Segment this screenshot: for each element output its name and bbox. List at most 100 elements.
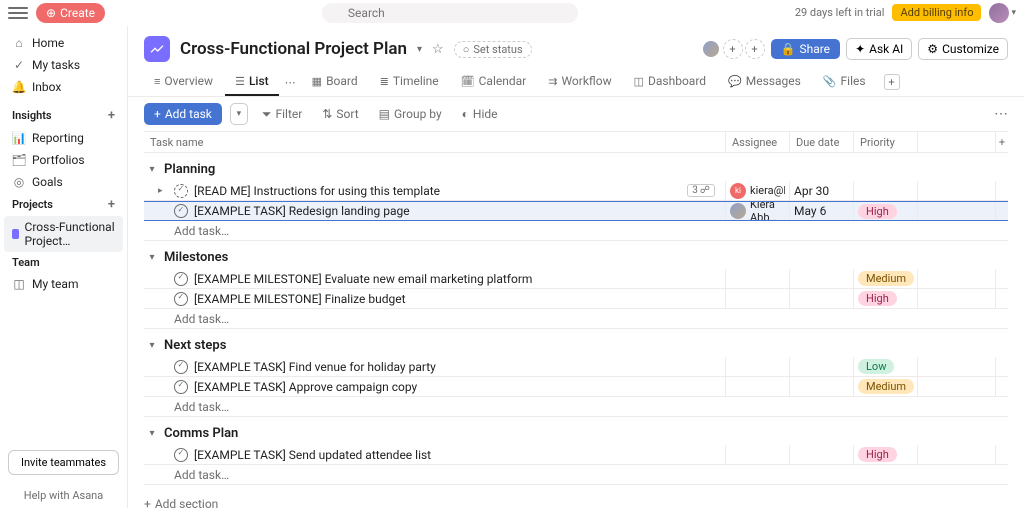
chevron-down-icon[interactable]: ▾	[1011, 8, 1016, 18]
priority-cell[interactable]: Low	[854, 357, 918, 376]
collapse-section-button[interactable]: ▾	[144, 337, 160, 353]
due-date-cell[interactable]	[790, 445, 854, 464]
complete-checkbox[interactable]	[174, 380, 188, 394]
sidebar-item-reporting[interactable]: 📊Reporting	[0, 127, 127, 149]
add-task-dropdown[interactable]: ▾	[230, 103, 248, 125]
ask-ai-button[interactable]: ✦Ask AI	[846, 38, 912, 60]
complete-checkbox[interactable]	[174, 184, 188, 198]
task-row[interactable]: [EXAMPLE TASK] Redesign landing page Kie…	[144, 201, 1008, 221]
sidebar-item-portfolios[interactable]: 🗂Portfolios	[0, 149, 127, 171]
complete-checkbox[interactable]	[174, 448, 188, 462]
filter-button[interactable]: ⏷Filter	[256, 104, 308, 125]
sidebar-item-cross-functional[interactable]: Cross-Functional Project…	[4, 216, 123, 252]
help-link[interactable]: Help with Asana	[0, 483, 127, 508]
add-billing-button[interactable]: Add billing info	[892, 4, 981, 21]
invite-teammates-button[interactable]: Invite teammates	[8, 450, 119, 475]
priority-cell[interactable]	[854, 181, 918, 200]
priority-cell[interactable]: High	[854, 289, 918, 308]
collapse-section-button[interactable]: ▾	[144, 249, 160, 265]
collapse-section-button[interactable]: ▾	[144, 161, 160, 177]
complete-checkbox[interactable]	[174, 292, 188, 306]
add-section-button[interactable]: +Add section	[144, 493, 218, 508]
add-member-button[interactable]: +	[723, 39, 743, 59]
add-task-row[interactable]: Add task…	[144, 309, 1008, 329]
priority-cell[interactable]: Medium	[854, 269, 918, 288]
due-date-cell[interactable]	[790, 269, 854, 288]
subtask-count-badge[interactable]: 3☍	[687, 184, 715, 197]
collapse-section-button[interactable]: ▾	[144, 425, 160, 441]
set-status-button[interactable]: ○ Set status	[454, 41, 532, 58]
tab-files[interactable]: 📎Files	[813, 68, 876, 96]
priority-cell[interactable]: Medium	[854, 377, 918, 396]
plus-icon[interactable]: +	[108, 108, 115, 123]
task-row[interactable]: [EXAMPLE TASK] Find venue for holiday pa…	[144, 357, 1008, 377]
add-tab-button[interactable]: +	[884, 74, 900, 90]
tab-dashboard[interactable]: ◫Dashboard	[624, 68, 716, 96]
add-task-row[interactable]: Add task…	[144, 465, 1008, 485]
member-avatar[interactable]	[701, 39, 721, 59]
tab-list[interactable]: ☰List	[225, 68, 279, 96]
customize-button[interactable]: ⚙Customize	[918, 38, 1008, 60]
sidebar-item-my-team[interactable]: ◫My team	[0, 273, 127, 295]
sidebar-item-home[interactable]: ⌂Home	[0, 32, 127, 54]
section-name[interactable]: Next steps	[164, 338, 226, 353]
add-member-button[interactable]: +	[745, 39, 765, 59]
chevron-down-icon[interactable]: ▾	[417, 44, 422, 55]
share-button[interactable]: 🔒Share	[771, 39, 841, 59]
task-row[interactable]: [EXAMPLE MILESTONE] Finalize budget High	[144, 289, 1008, 309]
plus-icon[interactable]: +	[108, 197, 115, 212]
projects-heading[interactable]: Projects+	[0, 193, 127, 216]
assignee-cell[interactable]	[726, 445, 790, 464]
tab-messages[interactable]: 💬Messages	[718, 68, 811, 96]
task-row[interactable]: [EXAMPLE MILESTONE] Evaluate new email m…	[144, 269, 1008, 289]
assignee-cell[interactable]: Kiera Abb…	[730, 202, 785, 220]
tab-board[interactable]: ▦Board	[302, 68, 368, 96]
add-task-button[interactable]: +Add task	[144, 103, 222, 125]
section-name[interactable]: Milestones	[164, 250, 228, 265]
create-button[interactable]: ⊕ Create	[36, 3, 105, 23]
insights-heading[interactable]: Insights+	[0, 104, 127, 127]
tab-workflow[interactable]: ⇉Workflow	[538, 68, 621, 96]
hide-button[interactable]: ◐Hide	[456, 104, 504, 124]
tab-options-icon[interactable]: ⋯	[281, 76, 300, 89]
col-priority[interactable]: Priority	[854, 132, 918, 152]
due-date-cell[interactable]: Apr 30	[790, 181, 854, 200]
due-date-cell[interactable]: May 6	[790, 202, 854, 220]
assignee-cell[interactable]	[726, 377, 790, 396]
assignee-cell[interactable]	[726, 357, 790, 376]
team-heading[interactable]: Team	[0, 252, 127, 273]
section-name[interactable]: Planning	[164, 162, 215, 177]
due-date-cell[interactable]	[790, 357, 854, 376]
assignee-cell[interactable]	[726, 269, 790, 288]
task-row[interactable]: [EXAMPLE TASK] Approve campaign copy Med…	[144, 377, 1008, 397]
sidebar-item-goals[interactable]: ◎Goals	[0, 171, 127, 193]
tab-overview[interactable]: ≡Overview	[144, 68, 223, 96]
complete-checkbox[interactable]	[174, 272, 188, 286]
sidebar-item-inbox[interactable]: 🔔Inbox	[0, 76, 127, 98]
tab-timeline[interactable]: ≣Timeline	[370, 68, 449, 96]
assignee-cell[interactable]	[726, 289, 790, 308]
hamburger-menu[interactable]	[8, 3, 28, 23]
more-actions-icon[interactable]: ⋯	[994, 106, 1008, 122]
tab-calendar[interactable]: 🗓Calendar	[451, 68, 537, 96]
add-field-button[interactable]: +	[996, 136, 1008, 149]
col-task-name[interactable]: Task name	[144, 132, 726, 152]
search-input[interactable]	[322, 3, 578, 23]
chevron-right-icon[interactable]: ▸	[158, 186, 168, 196]
add-task-row[interactable]: Add task…	[144, 397, 1008, 417]
add-task-row[interactable]: Add task…	[144, 221, 1008, 241]
priority-cell[interactable]: High	[854, 445, 918, 464]
group-by-button[interactable]: ▤Group by	[373, 104, 448, 124]
assignee-cell[interactable]: kikiera@kiera…	[730, 183, 785, 199]
complete-checkbox[interactable]	[174, 360, 188, 374]
col-assignee[interactable]: Assignee	[726, 132, 790, 152]
complete-checkbox[interactable]	[174, 204, 188, 218]
task-row[interactable]: [EXAMPLE TASK] Send updated attendee lis…	[144, 445, 1008, 465]
due-date-cell[interactable]	[790, 377, 854, 396]
due-date-cell[interactable]	[790, 289, 854, 308]
star-icon[interactable]: ☆	[432, 42, 444, 57]
task-row[interactable]: ▸ [READ ME] Instructions for using this …	[144, 181, 1008, 201]
sort-button[interactable]: ⇅Sort	[316, 104, 364, 124]
priority-cell[interactable]: High	[854, 202, 918, 220]
sidebar-item-my-tasks[interactable]: ✓My tasks	[0, 54, 127, 76]
